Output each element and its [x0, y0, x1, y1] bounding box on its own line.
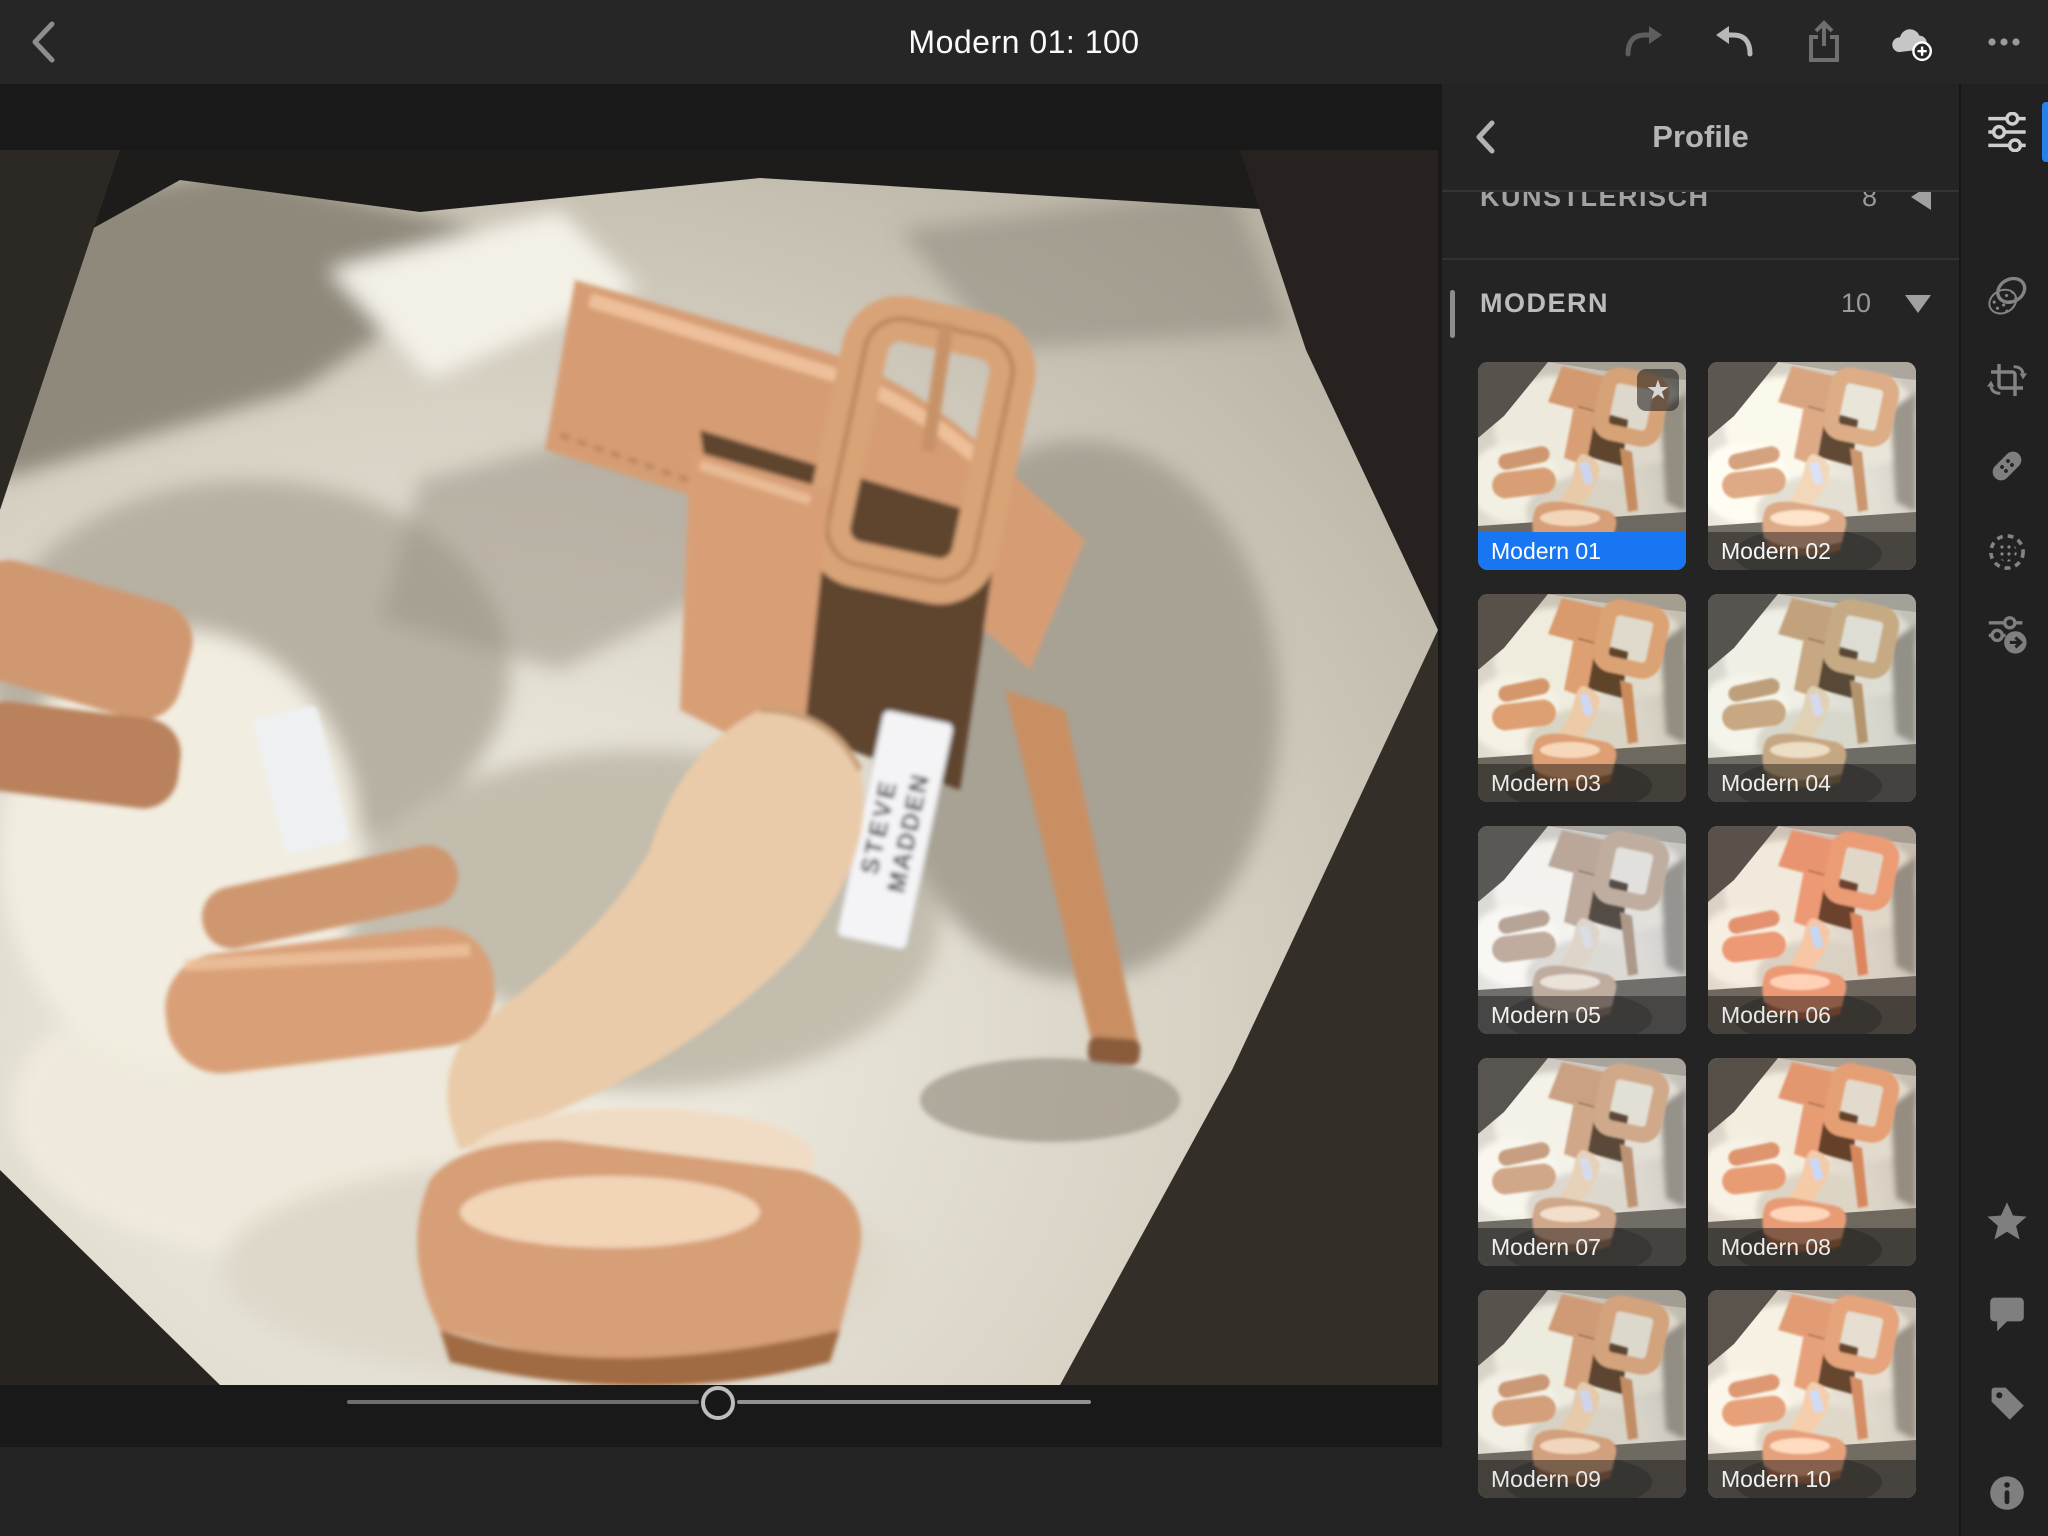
expanded-triangle-icon — [1905, 294, 1931, 313]
thumb-label: Modern 02 — [1708, 532, 1916, 570]
thumb-label: Modern 01 — [1478, 532, 1686, 570]
panel-title: Profile — [1652, 119, 1749, 154]
thumb-label: Modern 03 — [1478, 764, 1686, 802]
undo-icon[interactable] — [1714, 20, 1758, 64]
edit-sliders-icon[interactable] — [1985, 110, 2029, 154]
info-icon[interactable] — [1985, 1471, 2029, 1515]
thumb-label: Modern 07 — [1478, 1228, 1686, 1266]
photo-preview: STEVE MADDEN — [0, 150, 1438, 1385]
profile-thumb-modern-09[interactable]: Modern 09 — [1478, 1290, 1686, 1498]
section-label: KÜNSTLERISCH — [1480, 192, 1710, 212]
profile-thumb-modern-05[interactable]: Modern 05 — [1478, 826, 1686, 1034]
bottom-strip — [0, 1447, 1442, 1536]
slider-handle[interactable] — [701, 1386, 735, 1420]
panel-scrollbar[interactable] — [1450, 290, 1455, 338]
profile-list-scroll[interactable]: KÜNSTLERISCH 8 MODERN 10 ★ Modern 01 Mod… — [1442, 192, 1959, 1536]
profile-thumb-modern-02[interactable]: Modern 02 — [1708, 362, 1916, 570]
slider-track-right[interactable] — [737, 1400, 1091, 1404]
thumb-label: Modern 05 — [1478, 996, 1686, 1034]
share-icon[interactable] — [1802, 20, 1846, 64]
section-count: 10 — [1840, 288, 1871, 318]
profiles-icon[interactable] — [1985, 274, 2029, 318]
tool-rail — [1959, 84, 2048, 1536]
profile-thumb-modern-07[interactable]: Modern 07 — [1478, 1058, 1686, 1266]
profile-thumb-modern-06[interactable]: Modern 06 — [1708, 826, 1916, 1034]
active-tool-indicator — [2042, 102, 2048, 162]
profile-thumb-modern-08[interactable]: Modern 08 — [1708, 1058, 1916, 1266]
healing-brush-icon[interactable] — [1985, 444, 2029, 488]
more-options-icon[interactable] — [1982, 20, 2026, 64]
crop-rotate-icon[interactable] — [1985, 358, 2029, 402]
profile-thumb-modern-04[interactable]: Modern 04 — [1708, 594, 1916, 802]
profile-thumbnail-grid: ★ Modern 01 Modern 02 Modern 03 Modern 0… — [1478, 362, 1918, 1498]
comments-icon[interactable] — [1985, 1291, 2029, 1335]
section-kunstlerisch[interactable]: KÜNSTLERISCH 8 — [1442, 192, 1959, 260]
selective-edit-icon[interactable] — [1985, 530, 2029, 574]
top-bar: Modern 01: 100 — [0, 0, 2048, 84]
redo-icon[interactable] — [1620, 20, 1664, 64]
profile-thumb-modern-10[interactable]: Modern 10 — [1708, 1290, 1916, 1498]
thumb-label: Modern 08 — [1708, 1228, 1916, 1266]
collapsed-triangle-icon — [1911, 192, 1931, 210]
presets-icon[interactable] — [1985, 612, 2029, 656]
section-modern[interactable]: MODERN 10 — [1442, 260, 1959, 347]
section-count: 8 — [1861, 192, 1877, 212]
thumb-label: Modern 06 — [1708, 996, 1916, 1034]
thumb-label: Modern 09 — [1478, 1460, 1686, 1498]
profile-amount-slider[interactable] — [347, 1384, 1091, 1420]
cloud-add-icon[interactable] — [1890, 20, 1934, 64]
favorite-star-badge[interactable]: ★ — [1637, 369, 1679, 411]
panel-header: Profile — [1442, 84, 1959, 192]
keyword-tag-icon[interactable] — [1985, 1381, 2029, 1425]
thumb-label: Modern 10 — [1708, 1460, 1916, 1498]
thumb-label: Modern 04 — [1708, 764, 1916, 802]
slider-track-left[interactable] — [347, 1400, 699, 1404]
profile-thumb-modern-03[interactable]: Modern 03 — [1478, 594, 1686, 802]
profile-thumb-modern-01[interactable]: ★ Modern 01 — [1478, 362, 1686, 570]
rating-star-icon[interactable] — [1985, 1200, 2029, 1244]
section-label: MODERN — [1480, 288, 1609, 318]
profile-panel: Profile KÜNSTLERISCH 8 MODERN 10 ★ Moder… — [1442, 84, 1959, 1536]
